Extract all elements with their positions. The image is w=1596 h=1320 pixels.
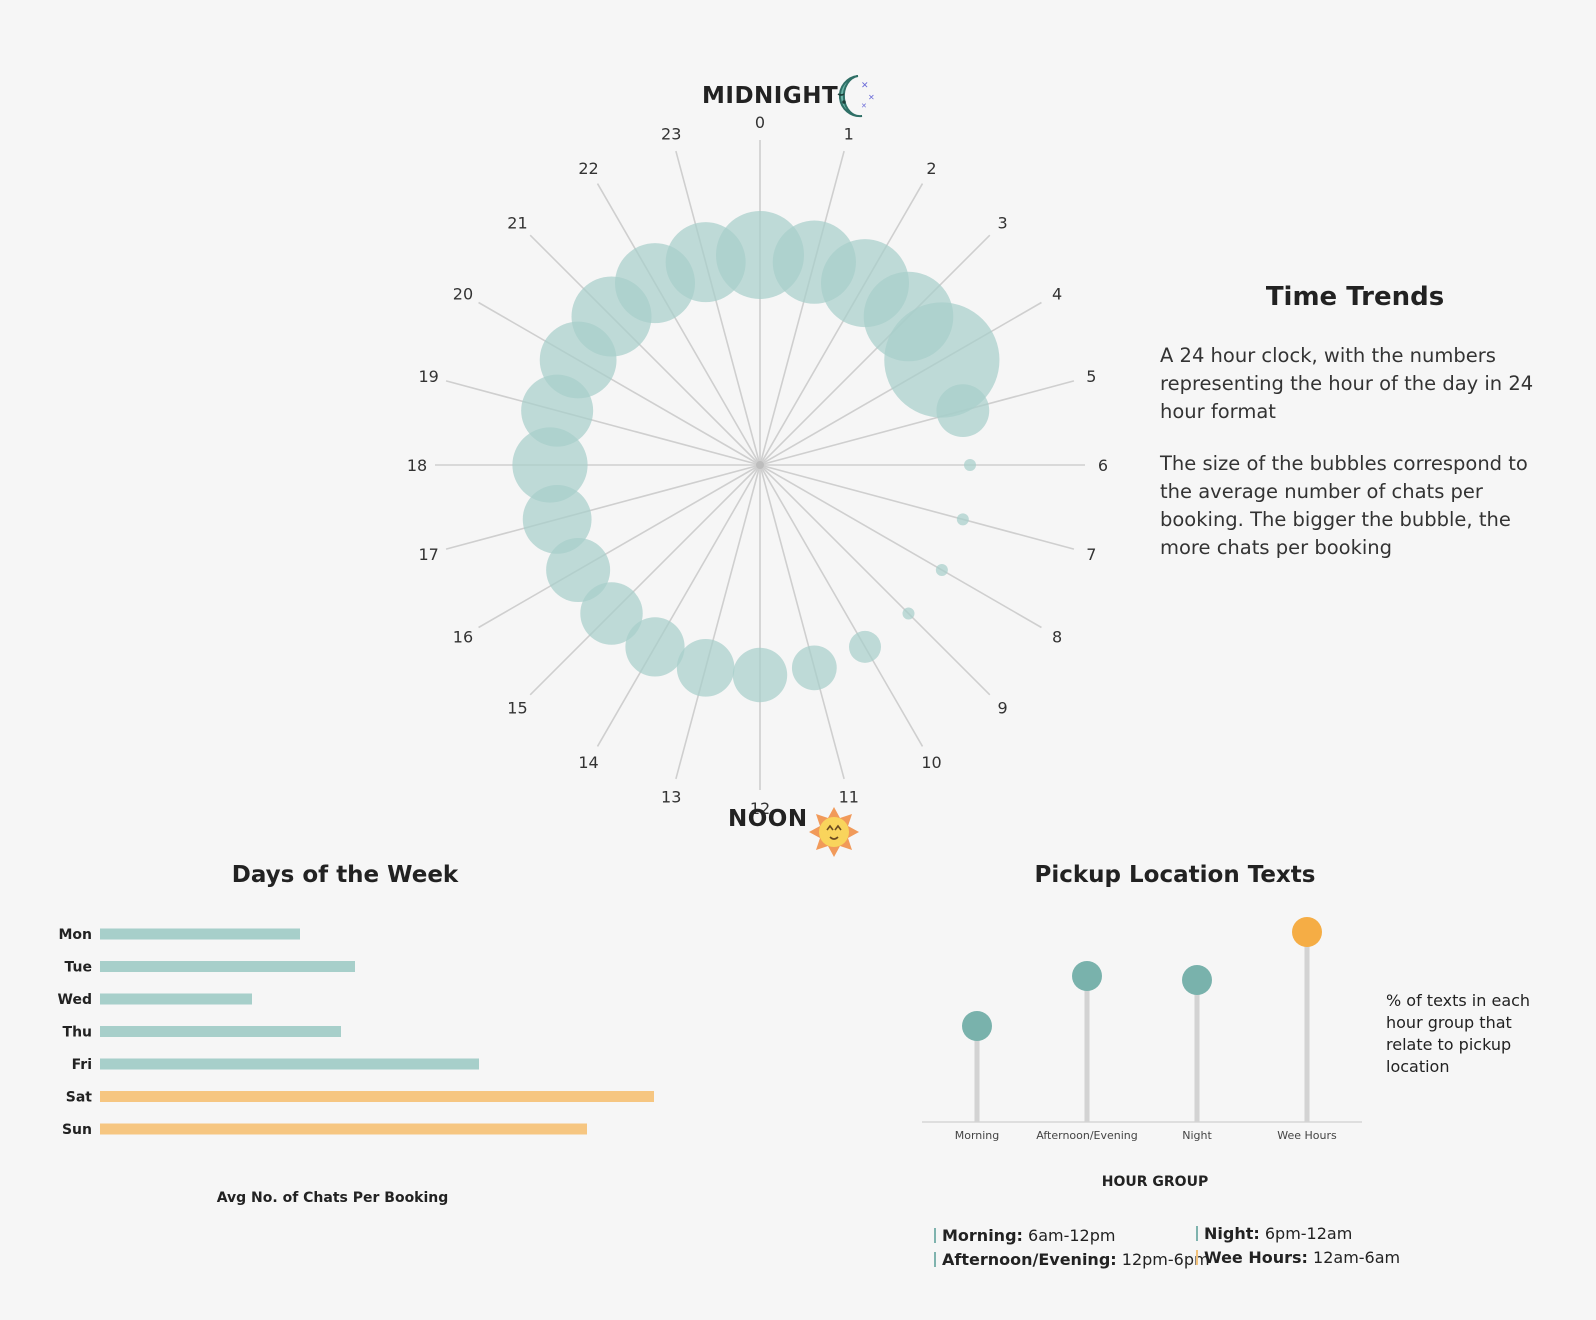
time-trends-description: A 24 hour clock, with the numbers repres…: [1160, 344, 1534, 423]
pickup-lollipop-chart: Morning Afternoon/Evening Night Wee Hours: [922, 917, 1362, 1142]
clock-spoke: [759, 464, 845, 780]
time-trends-bubble-note: The size of the bubbles correspond to th…: [1160, 452, 1528, 559]
day-bar-sat: [100, 1091, 654, 1102]
hour-group-tick-label: Night: [1182, 1129, 1212, 1142]
lollipop-dot-wee-hours: [1292, 917, 1322, 947]
hour-group-tick-label: Morning: [955, 1129, 1000, 1142]
clock-hour-label: 4: [1052, 285, 1062, 304]
hour-group-tick-label: Afternoon/Evening: [1036, 1129, 1138, 1142]
clock-bubble-hour-5: [936, 384, 990, 438]
sun-icon: [809, 807, 859, 857]
lollipop-dot-morning: [962, 1011, 992, 1041]
pickup-location-title: Pickup Location Texts: [1034, 862, 1316, 888]
svg-text:✕: ✕: [868, 93, 875, 102]
clock-hour-label: 7: [1086, 545, 1096, 564]
days-of-week-bar-chart: Mon Tue Wed Thu Fri Sat Sun: [58, 927, 654, 1138]
clock-hour-label: 21: [507, 213, 527, 232]
clock-bubble-hour-6: [964, 459, 976, 471]
legend-item-night: Night: 6pm-12am: [1196, 1224, 1352, 1243]
clock-hour-label: 15: [507, 699, 527, 718]
legend-item-morning: Morning: 6am-12pm: [934, 1226, 1115, 1245]
clock-hour-label: 8: [1052, 628, 1062, 647]
clock-spoke: [759, 464, 1075, 550]
legend-swatch: [934, 1228, 936, 1243]
days-x-axis-label: Avg No. of Chats Per Booking: [216, 1190, 449, 1206]
legend-item-afternoon-evening: Afternoon/Evening: 12pm-6pm: [934, 1250, 1210, 1269]
clock-bubble-hour-7: [956, 513, 969, 526]
clock-spoke: [445, 464, 761, 550]
clock-center: [756, 461, 764, 469]
clock-bubble-hour-8: [935, 564, 948, 576]
days-of-week-title: Days of the Week: [231, 862, 459, 888]
clock-hour-label: 18: [407, 456, 427, 475]
clock-hour-label: 13: [661, 787, 681, 806]
clock-hour-label: 2: [926, 159, 936, 178]
day-bar-wed: [100, 993, 252, 1005]
clock-bubble-hour-10: [849, 630, 881, 663]
clock-bubble-hour-23: [665, 222, 746, 303]
midnight-label: MIDNIGHT: [702, 83, 839, 109]
clock-spoke: [675, 464, 761, 780]
clock-hour-label: 6: [1098, 456, 1108, 475]
radial-clock-chart: 01234567891011121314151617181920212223: [407, 113, 1108, 818]
day-label: Mon: [58, 927, 92, 943]
clock-bubble-hour-12: [732, 647, 788, 703]
day-label: Sun: [62, 1122, 92, 1138]
clock-hour-label: 22: [578, 159, 598, 178]
legend-swatch: [1196, 1250, 1198, 1265]
clock-hour-label: 20: [453, 285, 473, 304]
legend-swatch: [1196, 1226, 1198, 1241]
clock-hour-label: 11: [839, 787, 859, 806]
svg-text:✕: ✕: [861, 102, 867, 110]
clock-bubble-hour-11: [791, 645, 837, 691]
day-label: Sat: [66, 1090, 93, 1106]
clock-spoke: [675, 150, 761, 466]
pickup-note: % of texts in each hour group that relat…: [1386, 991, 1531, 1076]
time-trends-title: Time Trends: [1265, 282, 1445, 312]
day-bar-thu: [100, 1026, 341, 1037]
clock-hour-label: 1: [844, 125, 854, 144]
lollipop-dot-afternoon-evening: [1072, 961, 1102, 991]
clock-hour-label: 14: [578, 753, 598, 772]
legend-swatch: [934, 1252, 936, 1267]
clock-bubble-hour-13: [676, 639, 735, 697]
day-label: Fri: [72, 1057, 92, 1073]
hour-group-tick-label: Wee Hours: [1277, 1129, 1337, 1142]
day-bar-mon: [100, 928, 300, 940]
clock-hour-label: 3: [997, 213, 1007, 232]
legend-item-wee-hours: Wee Hours: 12am-6am: [1196, 1248, 1400, 1267]
day-label: Wed: [58, 992, 92, 1008]
clock-hour-label: 10: [921, 753, 941, 772]
clock-bubble-hour-9: [902, 607, 915, 620]
clock-hour-label: 5: [1086, 367, 1096, 386]
moon-icon: ✕ ✕ ✕: [837, 75, 875, 118]
lollipop-dot-night: [1182, 965, 1212, 995]
day-bar-fri: [100, 1058, 479, 1070]
svg-text:✕: ✕: [861, 81, 869, 91]
noon-label: NOON: [728, 806, 808, 832]
clock-spoke: [445, 380, 761, 466]
day-label: Thu: [63, 1025, 92, 1041]
clock-hour-label: 9: [997, 699, 1007, 718]
clock-hour-label: 23: [661, 125, 681, 144]
clock-spoke: [759, 464, 924, 747]
clock-hour-label: 16: [453, 628, 473, 647]
clock-hour-label: 0: [755, 113, 765, 132]
clock-hour-label: 19: [419, 367, 439, 386]
pickup-x-axis-label: HOUR GROUP: [1101, 1174, 1209, 1190]
day-bar-sun: [100, 1123, 587, 1135]
charts-canvas: 01234567891011121314151617181920212223 M…: [58, 113, 1362, 1142]
clock-hour-label: 17: [419, 545, 439, 564]
clock-spoke: [759, 464, 1042, 629]
day-bar-tue: [100, 961, 355, 972]
day-label: Tue: [65, 960, 92, 976]
